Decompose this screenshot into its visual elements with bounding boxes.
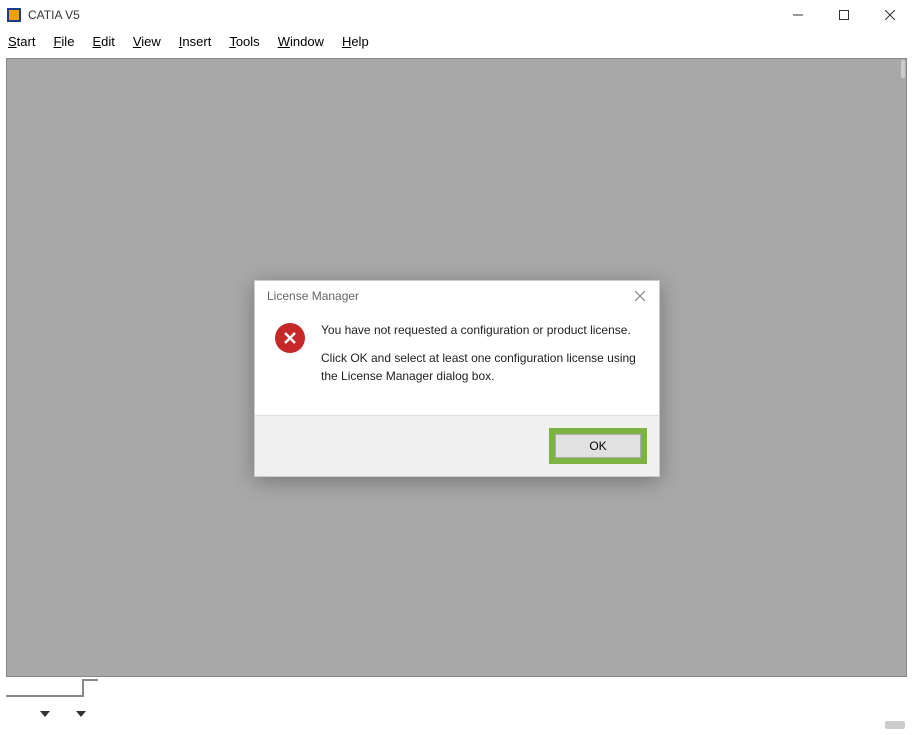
menu-start[interactable]: Start (8, 34, 35, 49)
license-manager-dialog: License Manager You have not requested a… (254, 280, 660, 477)
bottom-toolbar (0, 679, 913, 735)
menu-edit[interactable]: Edit (92, 34, 114, 49)
error-icon (275, 323, 305, 353)
dialog-message: You have not requested a configuration o… (321, 321, 639, 395)
dialog-title-text: License Manager (267, 289, 359, 303)
menubar: Start File Edit View Insert Tools Window… (0, 30, 913, 55)
ok-button[interactable]: OK (555, 434, 641, 458)
dialog-close-button[interactable] (633, 289, 647, 303)
menu-tools[interactable]: Tools (229, 34, 259, 49)
window-controls (775, 0, 913, 30)
menu-insert[interactable]: Insert (179, 34, 212, 49)
ok-highlight: OK (549, 428, 647, 464)
menu-view[interactable]: View (133, 34, 161, 49)
app-icon (6, 7, 22, 23)
dialog-body: You have not requested a configuration o… (255, 311, 659, 415)
dropdown-arrow-2[interactable] (76, 711, 86, 717)
close-button[interactable] (867, 0, 913, 30)
maximize-button[interactable] (821, 0, 867, 30)
menu-file[interactable]: File (53, 34, 74, 49)
dialog-footer: OK (255, 415, 659, 476)
app-title: CATIA V5 (28, 8, 80, 22)
dialog-message-line1: You have not requested a configuration o… (321, 321, 639, 339)
dropdown-arrow-1[interactable] (40, 711, 50, 717)
minimize-button[interactable] (775, 0, 821, 30)
menu-window[interactable]: Window (278, 34, 324, 49)
toolbar-corner (82, 679, 98, 697)
toolbar-divider (6, 695, 82, 697)
menu-help[interactable]: Help (342, 34, 369, 49)
titlebar-left: CATIA V5 (6, 7, 80, 23)
dialog-titlebar: License Manager (255, 281, 659, 311)
scroll-handle[interactable] (901, 60, 905, 78)
bottom-scroll[interactable] (885, 721, 905, 729)
dialog-message-line2: Click OK and select at least one configu… (321, 349, 639, 385)
titlebar: CATIA V5 (0, 0, 913, 30)
